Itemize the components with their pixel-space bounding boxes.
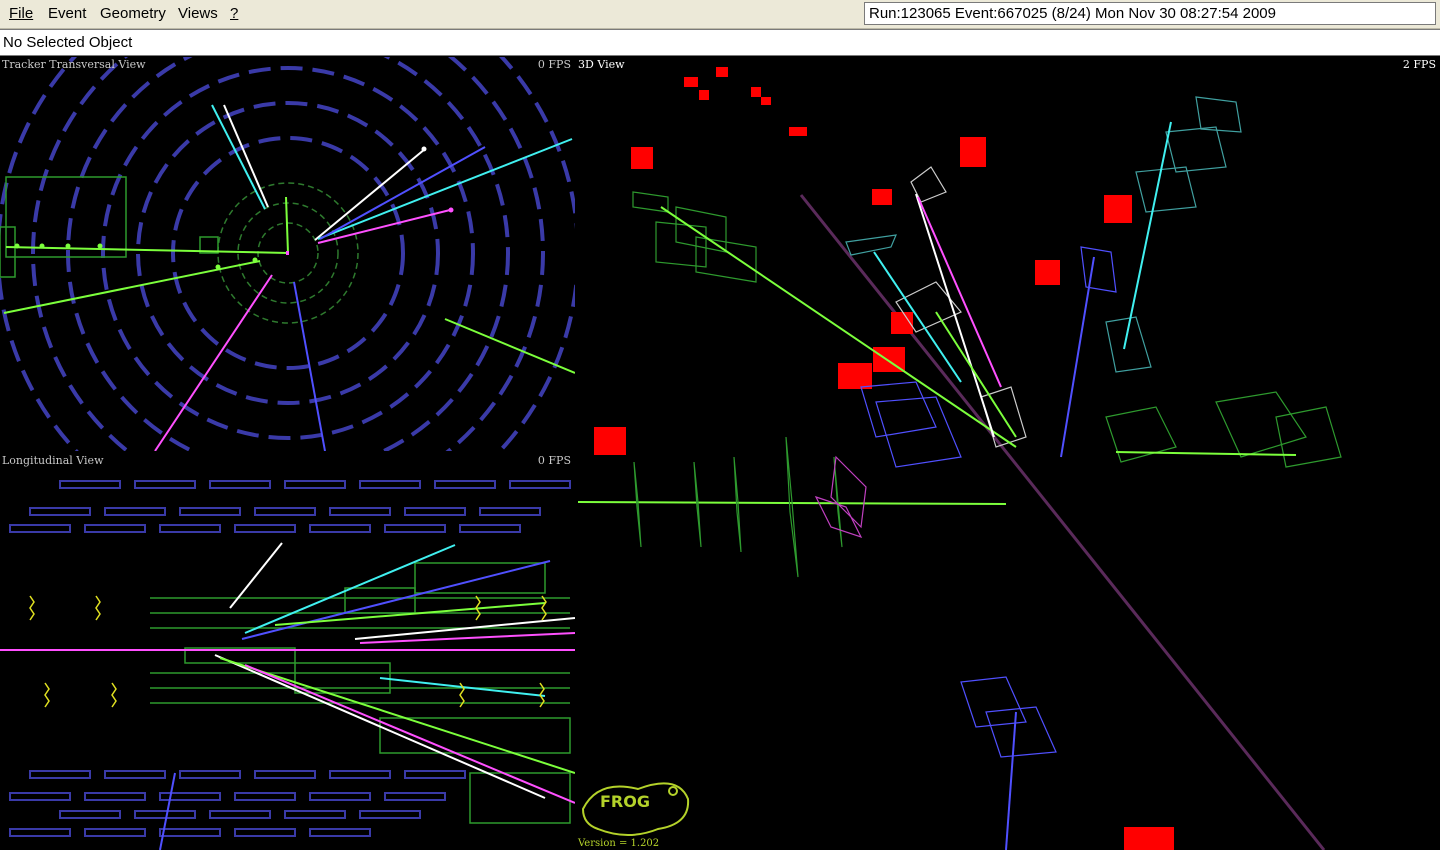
menu-geometry-label: Geometry (100, 5, 166, 22)
transverse-canvas[interactable] (0, 57, 575, 451)
menu-help[interactable]: ? (230, 5, 238, 22)
longitudinal-view[interactable]: Longitudinal View 0 FPS (0, 453, 575, 850)
longitudinal-view-title: Longitudinal View (2, 454, 104, 467)
transverse-view-fps: 0 FPS (537, 58, 571, 71)
longitudinal-canvas[interactable] (0, 453, 575, 850)
transverse-view-title: Tracker Transversal View (2, 58, 146, 71)
three-d-view-title: 3D View (578, 58, 625, 71)
version-label: Version = 1.202 (578, 838, 660, 849)
green-modules-long (150, 562, 571, 824)
beam-spot (286, 251, 289, 255)
menu-file-label: File (9, 5, 34, 22)
menu-bar: File Event Geometry Views ? Run:123065 E… (0, 0, 1440, 29)
menu-views-label: Views (178, 5, 218, 22)
tracks-longitudinal (159, 542, 575, 850)
menu-help-label: ? (230, 5, 239, 22)
beam-line (799, 194, 1326, 850)
frog-logo-text: FROG (600, 792, 650, 811)
longitudinal-view-fps: 0 FPS (537, 454, 571, 467)
calo-towers (594, 67, 1174, 850)
frog-logo: FROG (581, 782, 690, 836)
three-d-view[interactable]: 3D View 2 FPS FROG (576, 57, 1440, 850)
menu-geometry[interactable]: Geometry (100, 5, 166, 22)
selected-object-field: No Selected Object (0, 29, 1440, 56)
menu-views[interactable]: Views (178, 5, 218, 22)
strip-profile-magenta (814, 455, 867, 539)
three-d-canvas[interactable] (576, 57, 1440, 850)
transverse-view[interactable]: Tracker Transversal View 0 FPS (0, 57, 575, 451)
run-info-field: Run:123065 Event:667025 (8/24) Mon Nov 3… (864, 2, 1436, 25)
menu-file[interactable]: File (9, 5, 33, 22)
strip-profile (633, 436, 843, 578)
tracks-3d (577, 121, 1297, 850)
tracks-transverse (3, 104, 575, 451)
tracker-barrel-strips (9, 480, 571, 837)
menu-event[interactable]: Event (48, 5, 86, 22)
three-d-view-fps: 2 FPS (1402, 58, 1436, 71)
modules-3d-white (895, 166, 1027, 448)
green-modules (0, 176, 219, 278)
menu-event-label: Event (48, 5, 87, 22)
